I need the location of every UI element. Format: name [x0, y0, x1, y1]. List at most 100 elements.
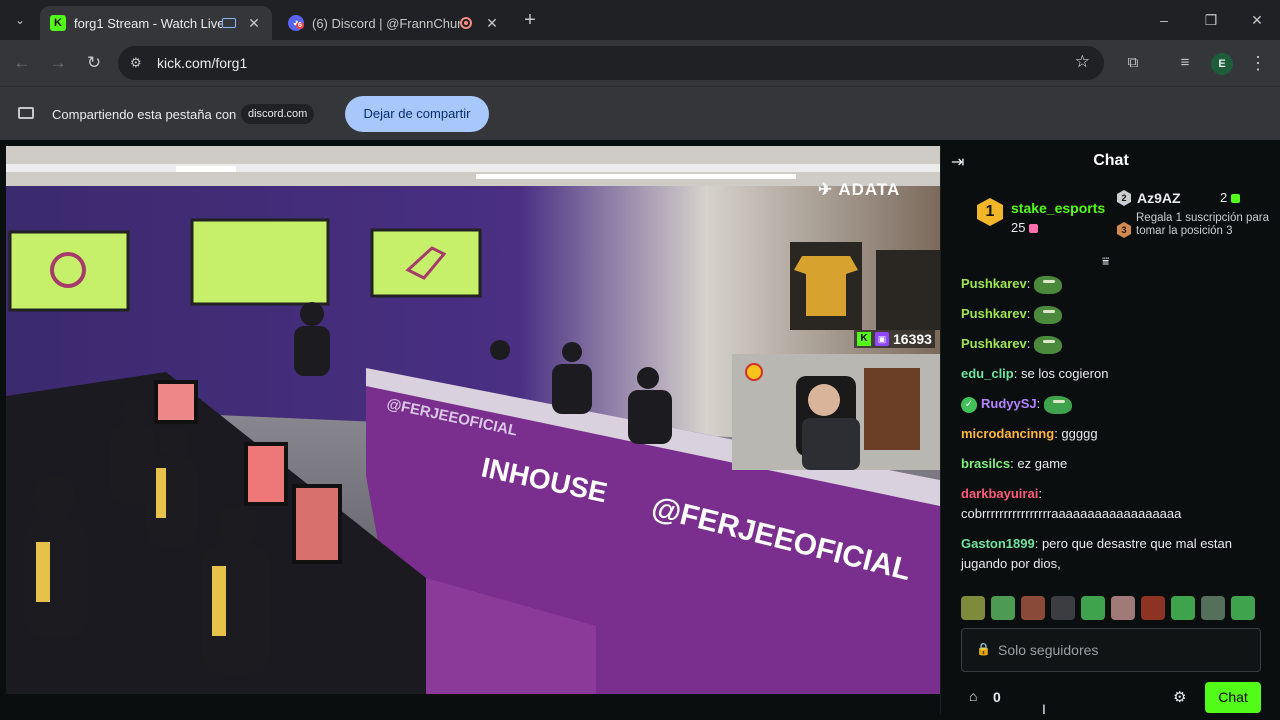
leader-3-cta: Regala 1 suscripción para tomar la posic… — [1136, 212, 1269, 237]
reload-button[interactable]: ↻ — [82, 51, 106, 75]
emote-icon[interactable] — [991, 596, 1015, 620]
forward-button[interactable]: → — [46, 51, 70, 75]
colon: : — [1013, 366, 1021, 381]
frog-emote-icon — [1044, 395, 1073, 414]
profile-avatar[interactable]: E — [1211, 53, 1233, 75]
gear-icon[interactable]: ⚙ — [1173, 688, 1186, 706]
chevron-down-icon: ⌄ — [14, 13, 26, 27]
emote-icon[interactable] — [1171, 596, 1195, 620]
colon: : — [1038, 486, 1042, 501]
chat-message: microdancinng: ggggg — [961, 424, 1266, 444]
chat-title: Chat — [1093, 152, 1129, 169]
tab-title: (6) Discord | @FrannChurry — [312, 15, 460, 31]
discord-icon: ◕6 — [288, 15, 304, 31]
chat-message: Pushkarev: — [961, 334, 1266, 354]
rank-number: 2 — [1121, 193, 1127, 203]
media-controls-icon[interactable]: ≡ — [1173, 51, 1197, 75]
lock-icon: 🔒 — [976, 642, 991, 656]
tab-sharing-bar: Compartiendo esta pestaña con discord.co… — [0, 86, 1280, 140]
cast-icon — [222, 18, 236, 28]
viewer-counter: K ▣ 16393 — [854, 330, 935, 348]
bookmark-star-icon[interactable]: ☆ — [1075, 52, 1090, 72]
tab-discord[interactable]: ◕6 (6) Discord | @FrannChurry ✕ — [278, 6, 510, 40]
rank-number: 3 — [1121, 225, 1127, 235]
browser-toolbar: ← → ↻ ⚙ kick.com/forg1 ☆ ⧉ ≡ ⋮ — [0, 40, 1280, 86]
colon: : — [1034, 536, 1042, 551]
restore-button[interactable]: ❐ — [1196, 8, 1226, 32]
emote-icon[interactable] — [1081, 596, 1105, 620]
colon: : — [1026, 306, 1031, 321]
address-bar[interactable]: ⚙ kick.com/forg1 ☆ — [118, 46, 1104, 80]
chat-username[interactable]: darkbayuirai — [961, 486, 1038, 501]
chat-username[interactable]: Pushkarev — [961, 276, 1027, 291]
chat-username[interactable]: edu_clip — [961, 366, 1014, 381]
sponsor-name: ADATA — [838, 180, 901, 199]
close-icon[interactable]: ✕ — [244, 15, 264, 32]
gift-icon — [1231, 194, 1241, 204]
new-tab-button[interactable]: + — [518, 9, 542, 33]
notification-badge: 6 — [296, 22, 304, 29]
close-icon[interactable]: ✕ — [482, 15, 502, 32]
colon: : — [1036, 396, 1041, 411]
chat-text: se los cogieron — [1020, 366, 1109, 381]
chat-message: ✓ RudyySJ: — [961, 394, 1266, 414]
text-cursor-icon: I — [1042, 701, 1046, 717]
colon: : — [1026, 336, 1031, 351]
twitch-icon: ▣ — [875, 332, 889, 346]
leader-1-name[interactable]: stake_esports — [1011, 200, 1105, 216]
emote-icon[interactable] — [1021, 596, 1045, 620]
emote-icon[interactable] — [1201, 596, 1225, 620]
tab-search-button[interactable]: ⌄ — [8, 8, 32, 32]
chat-input-placeholder: Solo seguidores — [998, 642, 1099, 658]
chat-panel: ⇥ Chat 1 stake_esports 25 2 Az9AZ 2 3 Re… — [940, 146, 1280, 714]
extensions-icon[interactable]: ⧉ — [1121, 51, 1145, 75]
emote-icon[interactable] — [1231, 596, 1255, 620]
pepe-emote-icon — [1034, 335, 1063, 354]
chat-message: Gaston1899: pero que desastre que mal es… — [961, 534, 1266, 574]
tab-strip: ⌄ K forg1 Stream - Watch Live o ✕ ◕6 (6)… — [0, 0, 1280, 40]
rank-2-badge: 2 — [1117, 190, 1131, 206]
site-info-icon[interactable]: ⚙ — [130, 55, 142, 71]
sharing-target-chip[interactable]: discord.com — [241, 104, 315, 124]
tab-kick[interactable]: K forg1 Stream - Watch Live o ✕ — [40, 6, 272, 40]
pepe-emote-icon — [1034, 305, 1063, 324]
window-close-button[interactable]: ✕ — [1242, 8, 1272, 32]
channel-points: 0 — [993, 689, 1001, 705]
chat-username[interactable]: brasilcs — [961, 456, 1010, 471]
chat-username[interactable]: microdancinng — [961, 426, 1054, 441]
minimize-button[interactable]: – — [1149, 8, 1179, 32]
sponsor-overlay-logo: ✈ ADATA — [818, 180, 901, 199]
chat-username[interactable]: RudyySJ — [981, 396, 1037, 411]
quick-emote-bar — [961, 596, 1255, 620]
back-button[interactable]: ← — [10, 51, 34, 75]
send-chat-button[interactable]: Chat — [1205, 682, 1261, 713]
chat-message: darkbayuirai: cobrrrrrrrrrrrrrrrraaaaaaaa… — [961, 484, 1266, 524]
browser-menu-icon[interactable]: ⋮ — [1246, 51, 1270, 75]
stop-sharing-button[interactable]: Dejar de compartir — [345, 96, 489, 132]
emote-icon[interactable] — [1141, 596, 1165, 620]
kick-icon: K — [857, 332, 871, 346]
leader-1-count: 25 — [1011, 220, 1039, 235]
chat-username[interactable]: Pushkarev — [961, 306, 1027, 321]
rank-3-badge: 3 — [1117, 222, 1131, 238]
leader-2-name[interactable]: Az9AZ — [1137, 190, 1181, 206]
recording-icon — [460, 17, 472, 29]
url-text[interactable]: kick.com/forg1 — [157, 55, 247, 71]
chat-username[interactable]: Gaston1899 — [961, 536, 1035, 551]
chat-text: ez game — [1017, 456, 1068, 471]
expand-pinned-icon[interactable]: ⩸ — [1102, 254, 1109, 269]
screen-share-icon — [18, 107, 34, 119]
leader-2-count: 2 — [1220, 190, 1241, 205]
video-player[interactable]: INHOUSE @FERJEEOFICIAL @FERJEEOFICIAL ✈ … — [6, 146, 940, 694]
chat-message: brasilcs: ez game — [961, 454, 1266, 474]
emote-icon[interactable] — [1051, 596, 1075, 620]
chat-username[interactable]: Pushkarev — [961, 336, 1027, 351]
chat-input[interactable]: 🔒 Solo seguidores — [961, 628, 1261, 672]
tab-title: forg1 Stream - Watch Live o — [74, 15, 222, 31]
viewer-count: 16393 — [893, 331, 932, 347]
kick-page: INHOUSE @FERJEEOFICIAL @FERJEEOFICIAL ✈ … — [0, 140, 1280, 720]
store-icon[interactable]: ⌂ — [969, 688, 977, 704]
emote-icon[interactable] — [1111, 596, 1135, 620]
pepe-emote-icon — [1034, 275, 1063, 294]
emote-icon[interactable] — [961, 596, 985, 620]
